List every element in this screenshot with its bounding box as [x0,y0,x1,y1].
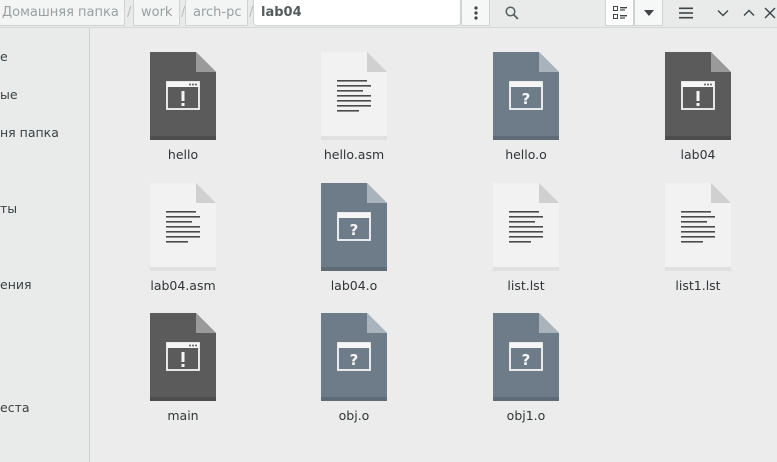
unknown-file-icon: ? [321,313,387,401]
search-button[interactable] [498,0,526,26]
svg-text:?: ? [522,351,531,369]
sidebar-item[interactable]: е [0,49,8,64]
file-item[interactable]: hello [123,52,243,172]
file-name: lab04 [680,147,716,162]
text-file-icon [493,183,559,271]
file-item[interactable]: list.lst [466,183,586,303]
file-item[interactable]: hello.asm [294,52,414,172]
breadcrumb-home[interactable]: Домашняя папка [0,0,125,26]
hamburger-icon [679,7,693,19]
sidebar-item[interactable]: ения [0,277,32,292]
executable-file-icon [150,313,216,401]
unknown-file-icon: ? [493,313,559,401]
file-name: obj1.o [506,408,546,423]
breadcrumb-lab04[interactable]: lab04 [253,0,461,26]
view-options-button[interactable] [634,0,663,26]
sidebar-item-home[interactable]: ня папка [0,125,59,140]
maximize-icon [743,9,755,16]
file-item[interactable]: ? lab04.o [294,183,414,303]
file-item[interactable]: ? obj1.o [466,313,586,433]
file-name: obj.o [338,408,370,423]
file-name: list1.lst [675,278,721,293]
svg-text:?: ? [350,351,359,369]
file-name: list.lst [507,278,545,293]
close-button[interactable] [762,0,777,26]
file-item[interactable]: lab04 [638,52,758,172]
file-name: hello.o [505,147,547,162]
unknown-file-icon: ? [493,52,559,140]
file-item[interactable]: ? obj.o [294,313,414,433]
sidebar: е ые ня папка ты ения еста [0,28,90,462]
file-name: lab04.o [330,278,378,293]
icon-view-icon [612,5,627,19]
search-icon [505,6,519,20]
header-bar: Домашняя папка / work / arch-pc / lab04 [0,0,777,28]
minimize-icon [717,10,729,17]
executable-file-icon [665,52,731,140]
file-name: hello [167,147,199,162]
executable-file-icon [150,52,216,140]
file-view: hello hello.asm ? hello.o lab04 lab04.as… [91,28,777,462]
file-item[interactable]: ? hello.o [466,52,586,172]
file-name: lab04.asm [150,278,216,293]
path-menu-button[interactable] [461,0,490,26]
vertical-dots-icon [473,5,478,20]
text-file-icon [665,183,731,271]
minimize-button[interactable] [712,0,734,26]
sidebar-item[interactable]: еста [0,400,30,415]
file-item[interactable]: lab04.asm [123,183,243,303]
breadcrumb-work[interactable]: work [133,0,180,26]
sidebar-item[interactable]: ые [0,87,18,102]
view-mode-button[interactable] [605,0,634,26]
file-item[interactable]: list1.lst [638,183,758,303]
unknown-file-icon: ? [321,183,387,271]
svg-text:?: ? [350,221,359,239]
dropdown-arrow-icon [643,9,654,16]
main-menu-button[interactable] [672,0,700,26]
svg-text:?: ? [522,90,531,108]
maximize-button[interactable] [738,0,760,26]
breadcrumb-separator: / [127,5,132,20]
file-item[interactable]: main [123,313,243,433]
text-file-icon [321,52,387,140]
text-file-icon [150,183,216,271]
close-icon [764,7,775,19]
breadcrumb-arch-pc[interactable]: arch-pc [185,0,248,26]
sidebar-item[interactable]: ты [0,201,17,216]
file-name: hello.asm [323,147,385,162]
file-name: main [167,408,199,423]
